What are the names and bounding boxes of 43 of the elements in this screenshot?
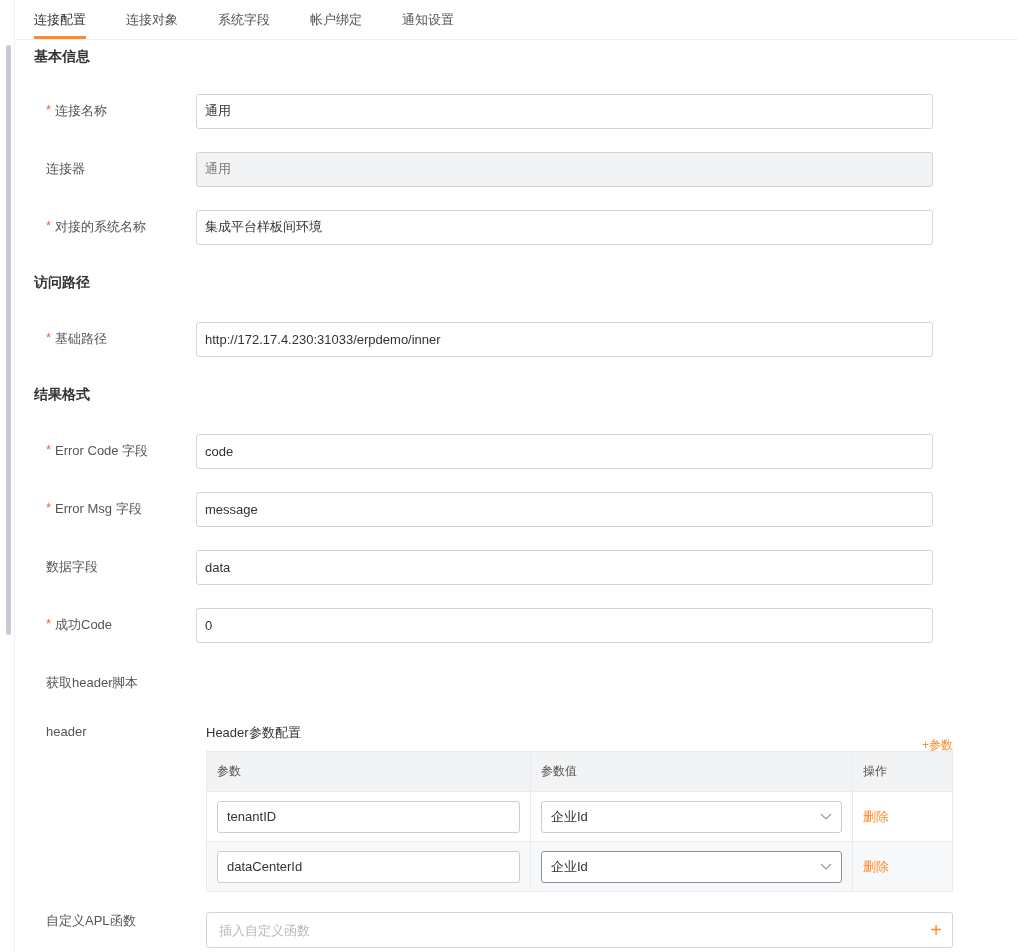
tab[interactable]: 通知设置 — [402, 0, 454, 39]
scrollbar[interactable] — [6, 45, 11, 635]
field-label: 连接器 — [46, 160, 85, 178]
input-field[interactable]: 0 — [196, 607, 933, 643]
required-icon: * — [46, 500, 52, 515]
required-icon: * — [46, 616, 52, 631]
section-title: 访问路径 — [34, 274, 90, 292]
tab[interactable]: 连接配置 — [34, 0, 86, 39]
field-label: 自定义APL函数 — [46, 912, 136, 930]
field-label: 获取header脚本 — [46, 674, 139, 692]
field-label: Error Code 字段 — [55, 442, 149, 460]
field-label: 对接的系统名称 — [55, 218, 146, 236]
required-icon: * — [46, 218, 52, 233]
input-field[interactable]: 通用 — [196, 93, 933, 129]
param-input[interactable]: tenantID — [217, 800, 520, 833]
input-field[interactable]: message — [196, 491, 933, 527]
input-field[interactable]: data — [196, 549, 933, 585]
input-field[interactable]: http://172.17.4.230:31033/erpdemo/inner — [196, 321, 933, 357]
field-label: 成功Code — [55, 616, 113, 634]
field-label: 连接名称 — [55, 102, 107, 120]
chevron-down-icon — [820, 813, 832, 820]
value-select[interactable]: 企业Id — [541, 800, 842, 833]
tab[interactable]: 系统字段 — [218, 0, 270, 39]
tab[interactable]: 连接对象 — [126, 0, 178, 39]
input-field[interactable]: 集成平台样板间环境 — [196, 209, 933, 245]
input-field[interactable]: code — [196, 433, 933, 469]
field-label: header — [46, 724, 87, 739]
value-select[interactable]: 企业Id — [541, 850, 842, 883]
field-label: Error Msg 字段 — [55, 500, 142, 518]
required-icon: * — [46, 442, 52, 457]
param-input[interactable]: dataCenterId — [217, 850, 520, 883]
field-label: 基础路径 — [55, 330, 107, 348]
table-title: Header参数配置 — [206, 724, 301, 742]
column-header: 参数值 — [531, 752, 853, 791]
required-icon: * — [46, 330, 52, 345]
field-label: 数据字段 — [46, 558, 98, 576]
section-title: 基本信息 — [34, 48, 90, 66]
section-title: 结果格式 — [34, 386, 90, 404]
column-header: 操作 — [862, 763, 888, 780]
required-icon: * — [46, 102, 52, 117]
tab[interactable]: 帐户绑定 — [310, 0, 362, 39]
column-header: 参数 — [207, 752, 531, 791]
chevron-down-icon — [820, 863, 832, 870]
